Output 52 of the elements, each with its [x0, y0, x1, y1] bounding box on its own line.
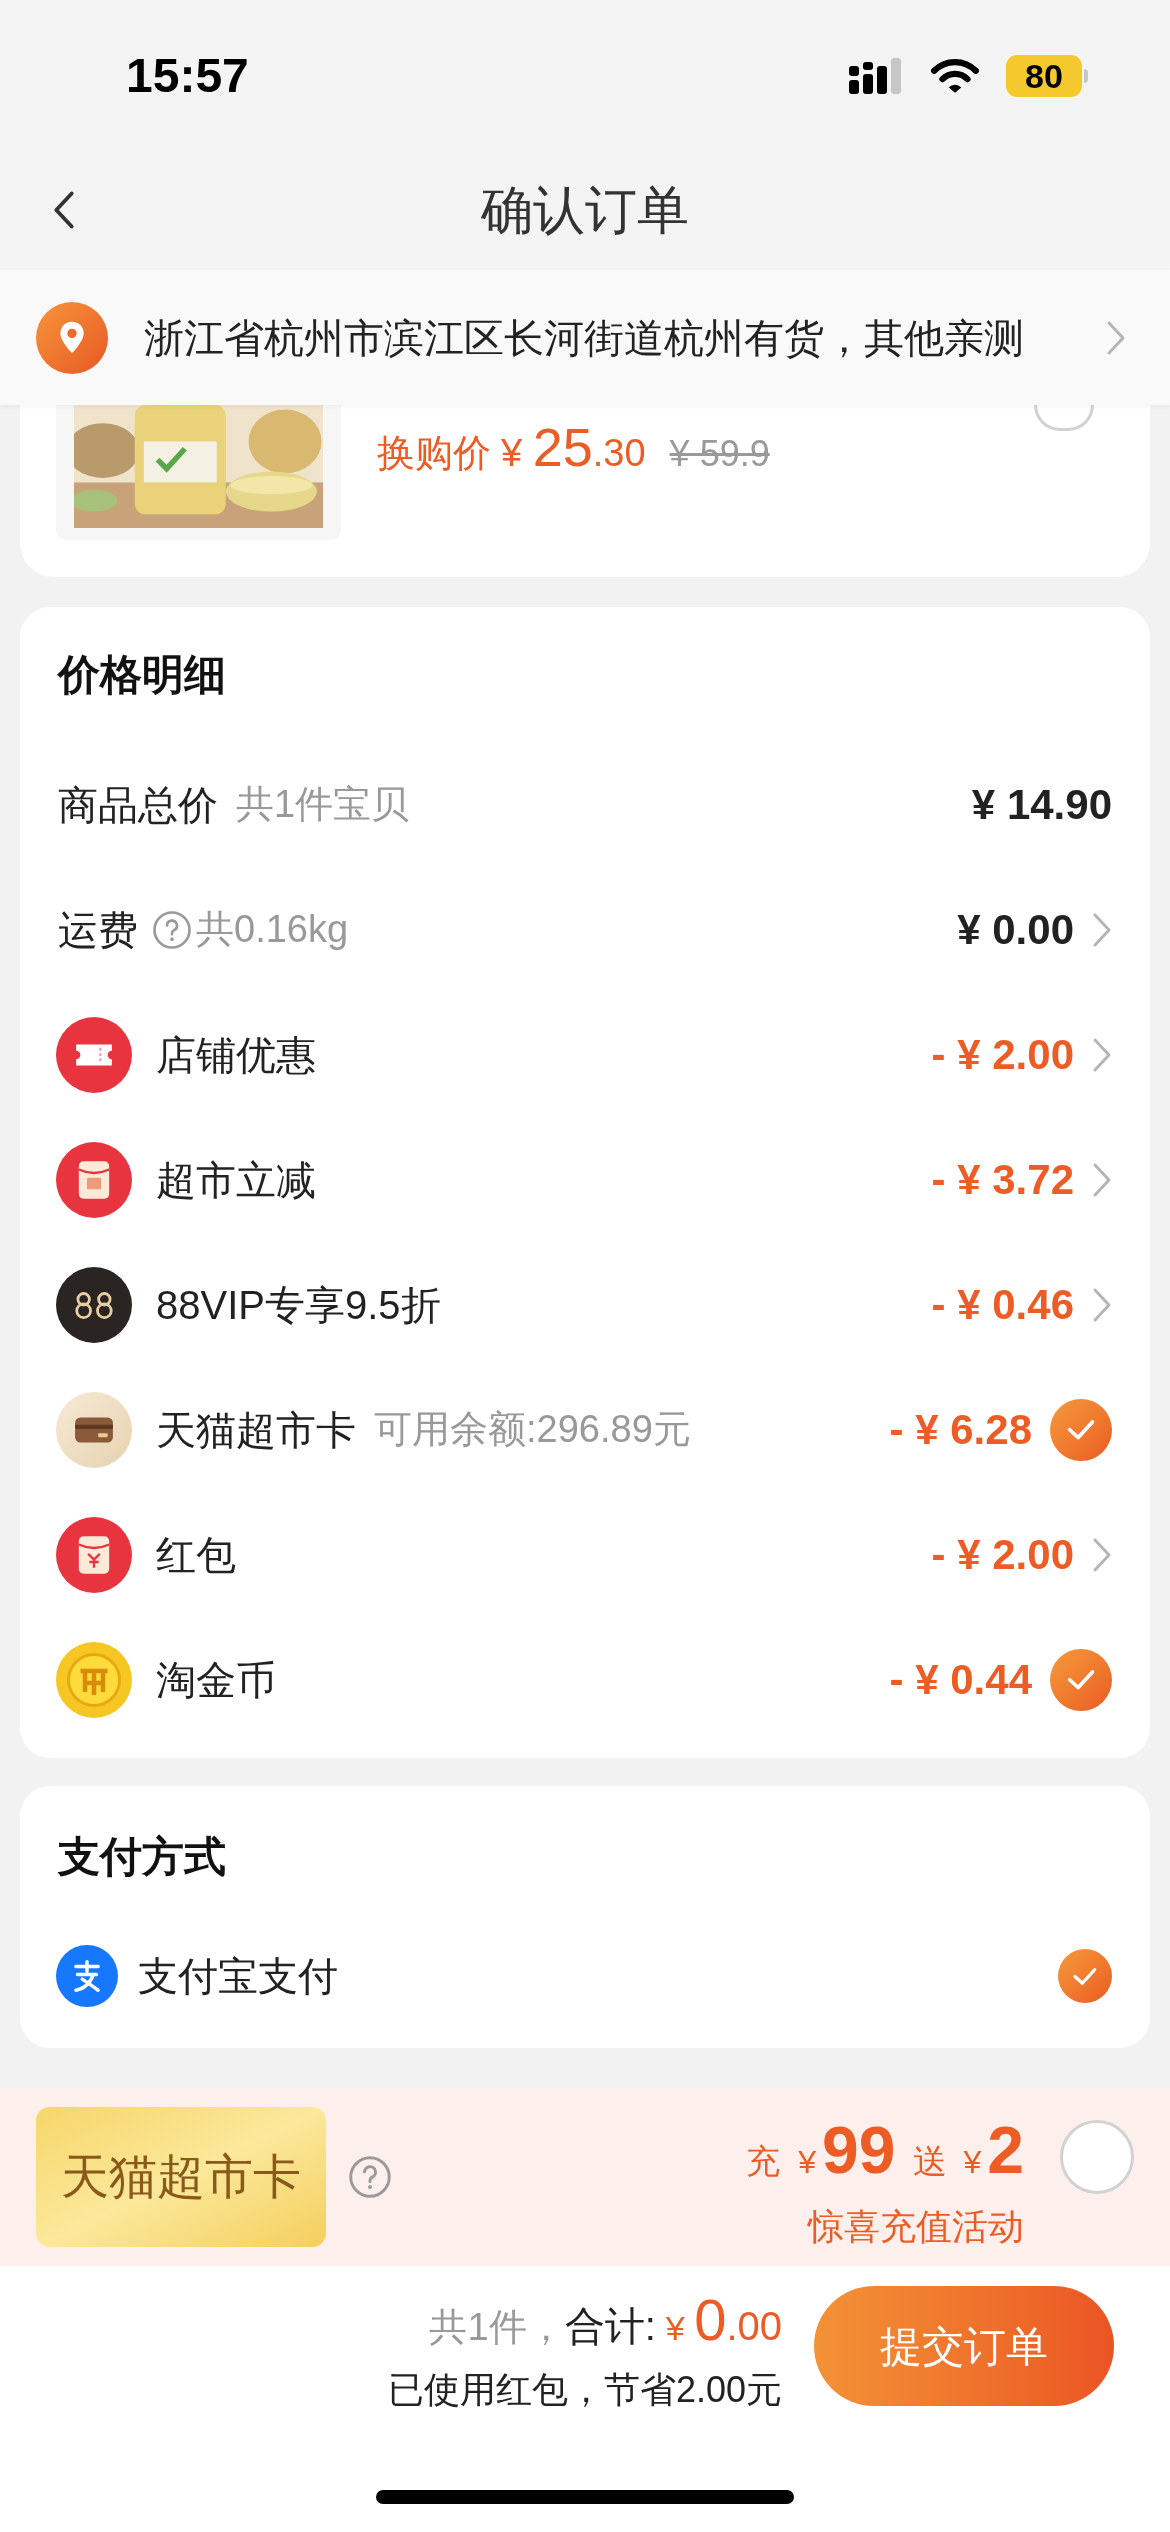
page-title: 确认订单 [481, 180, 689, 241]
row-amount: - ¥ 0.46 [931, 1280, 1074, 1330]
select-radio[interactable] [1034, 405, 1094, 431]
original-price: ¥ 59.9 [669, 432, 770, 476]
chevron-right-icon [1092, 1536, 1112, 1573]
row-amount: ¥ 14.90 [971, 780, 1112, 830]
wifi-icon [930, 57, 980, 95]
row-label: 商品总价 [58, 781, 218, 829]
status-time: 15:57 [126, 48, 249, 104]
item-count: 共1件， [429, 2304, 565, 2350]
row-label: 88VIP专享9.5折 [156, 1281, 441, 1329]
card-badge: 天猫超市卡 [36, 2107, 326, 2247]
row-note: 共1件宝贝 [236, 782, 410, 827]
total-amount: ¥ 0.00 [665, 2285, 782, 2354]
row-label: 红包 [156, 1531, 236, 1579]
row-amount: - ¥ 3.72 [931, 1155, 1074, 1205]
chevron-right-icon [1092, 1036, 1112, 1073]
payment-method-label: 支付宝支付 [138, 1953, 338, 2000]
saving-text: 已使用红包，节省2.00元 [387, 2367, 782, 2412]
row-label: 超市立减 [156, 1156, 316, 1204]
chevron-right-icon [1092, 1286, 1112, 1323]
chevron-right-icon [1092, 1161, 1112, 1198]
row-amount: - ¥ 2.00 [931, 1030, 1074, 1080]
total-label: 合计: [564, 2302, 656, 2350]
row-label: 淘金币 [156, 1656, 276, 1704]
checkbox[interactable] [1058, 1949, 1112, 2003]
promo-subtitle: 惊喜充值活动 [808, 2204, 1024, 2249]
help-icon[interactable] [152, 909, 192, 950]
row-label: 天猫超市卡 [156, 1406, 356, 1454]
row-note: 可用余额:296.89元 [374, 1407, 691, 1452]
address-text: 浙江省杭州市滨江区长河街道杭州有货，其他亲测 [144, 314, 1025, 362]
exchange-price: ¥ 25.30 [501, 416, 646, 479]
chevron-right-icon [1092, 911, 1112, 948]
charge-label: 充 [746, 2140, 781, 2182]
help-icon[interactable] [348, 2155, 392, 2199]
bonus-amount: ¥2 [963, 2111, 1024, 2189]
charge-amount: ¥99 [798, 2111, 896, 2189]
address-bar[interactable]: 浙江省杭州市滨江区长河街道杭州有货，其他亲测 [0, 270, 1170, 405]
exchange-price-label: 换购价 [377, 431, 491, 476]
row-label: 运费 [58, 906, 138, 954]
row-amount: - ¥ 2.00 [931, 1530, 1074, 1580]
back-icon [53, 190, 75, 230]
section-title: 支付方式 [58, 1831, 226, 1882]
row-amount: ¥ 0.00 [957, 905, 1074, 955]
signal-icon [848, 56, 904, 96]
section-title: 价格明细 [58, 650, 226, 700]
row-label: 店铺优惠 [156, 1031, 316, 1079]
row-note: 共0.16kg [196, 907, 349, 952]
bonus-label: 送 [913, 2140, 948, 2182]
row-amount: - ¥ 0.44 [889, 1655, 1032, 1705]
row-amount: - ¥ 6.28 [889, 1405, 1032, 1455]
chevron-right-icon [1106, 319, 1126, 356]
